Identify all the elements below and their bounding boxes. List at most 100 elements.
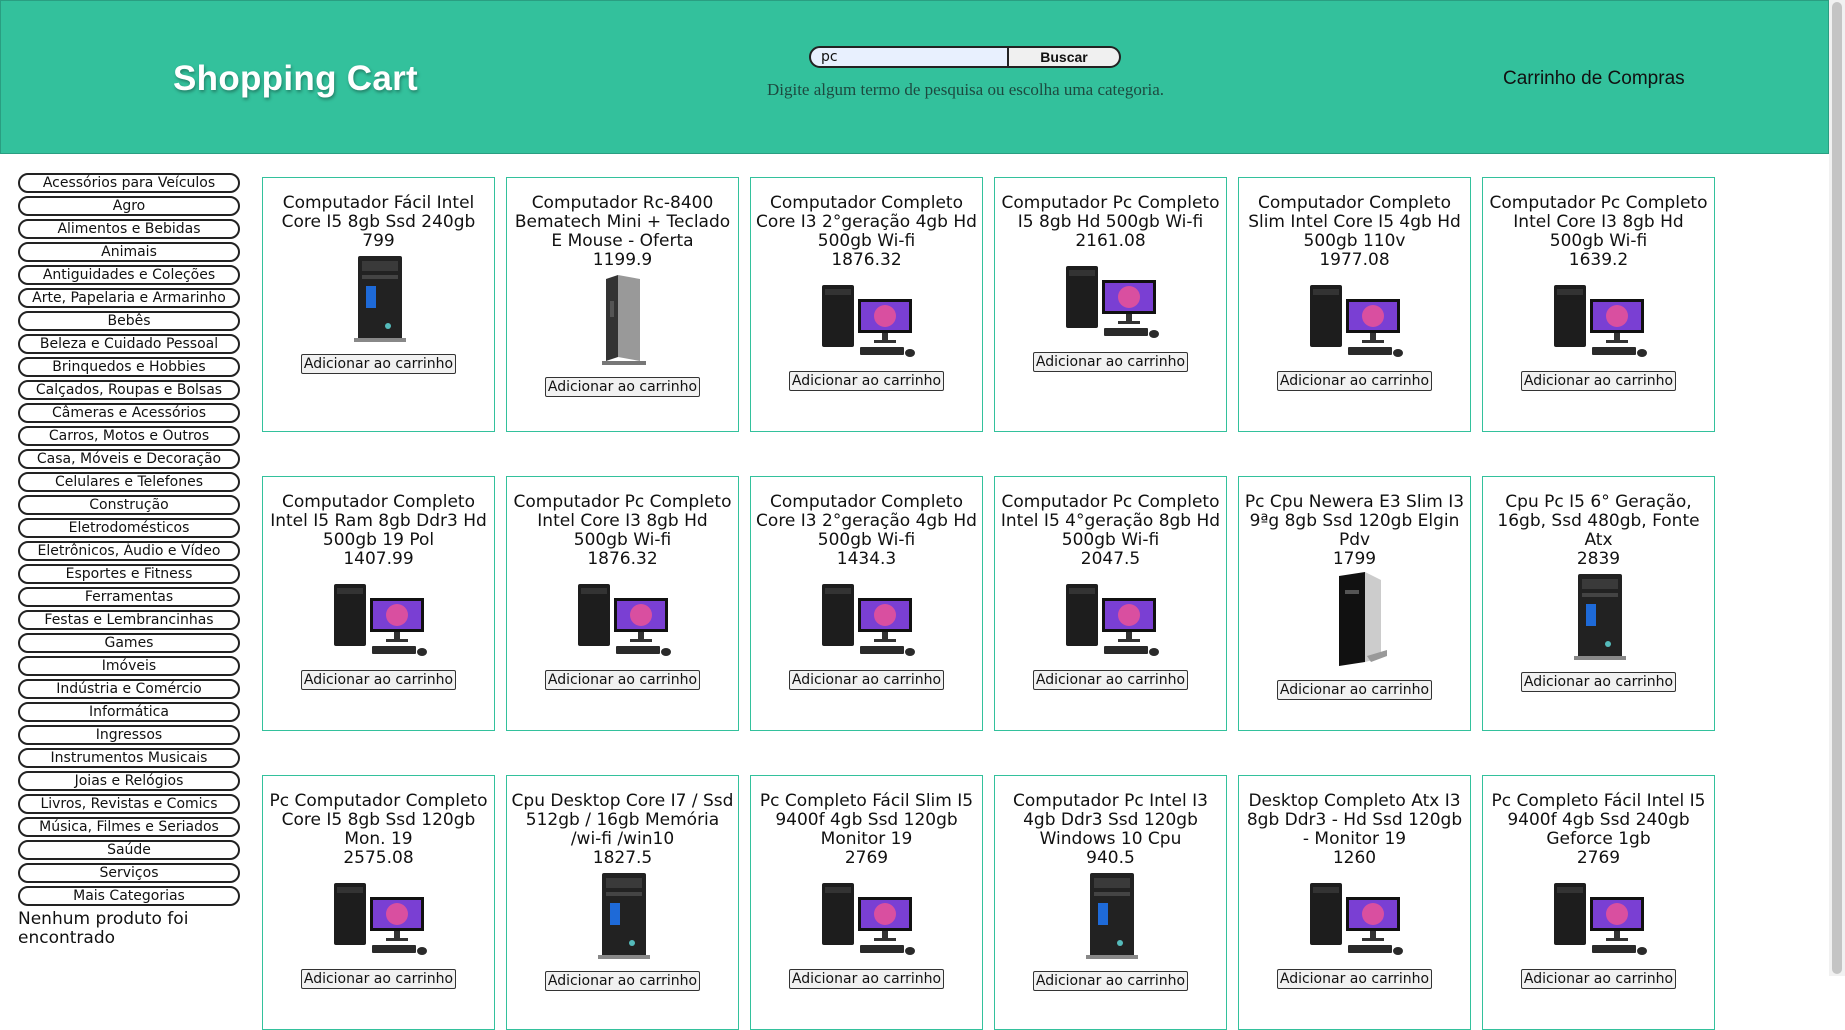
desktop-set-icon bbox=[755, 869, 978, 963]
mini-pc-icon bbox=[511, 271, 734, 371]
desktop-set-icon bbox=[267, 869, 490, 963]
product-price: 1639.2 bbox=[1568, 250, 1629, 270]
add-to-cart-button[interactable]: Adicionar ao carrinho bbox=[1276, 680, 1433, 700]
category-button[interactable]: Animais bbox=[18, 242, 240, 262]
top-header: Shopping Cart Buscar Digite algum termo … bbox=[0, 0, 1829, 154]
category-button[interactable]: Antiguidades e Coleções bbox=[18, 265, 240, 285]
product-title: Cpu Desktop Core I7 / Ssd 512gb / 16gb M… bbox=[511, 791, 734, 849]
category-button[interactable]: Agro bbox=[18, 196, 240, 216]
category-button[interactable]: Eletrônicos, Áudio e Vídeo bbox=[18, 541, 240, 561]
category-button[interactable]: Imóveis bbox=[18, 656, 240, 676]
tower-icon bbox=[1487, 570, 1710, 666]
add-to-cart-button[interactable]: Adicionar ao carrinho bbox=[788, 670, 945, 690]
add-to-cart-button[interactable]: Adicionar ao carrinho bbox=[300, 670, 457, 690]
product-grid: Computador Fácil Intel Core I5 8gb Ssd 2… bbox=[262, 177, 1722, 1030]
product-price: 1799 bbox=[1332, 549, 1377, 569]
category-button[interactable]: Arte, Papelaria e Armarinho bbox=[18, 288, 240, 308]
category-button[interactable]: Calçados, Roupas e Bolsas bbox=[18, 380, 240, 400]
product-card: Computador Completo Core I3 2°geração 4g… bbox=[750, 476, 983, 731]
category-button[interactable]: Esportes e Fitness bbox=[18, 564, 240, 584]
product-title: Computador Completo Slim Intel Core I5 4… bbox=[1248, 193, 1461, 251]
product-card: Pc Cpu Newera E3 Slim I3 9ªg 8gb Ssd 120… bbox=[1238, 476, 1471, 731]
product-price: 2047.5 bbox=[1080, 549, 1141, 569]
product-price: 1876.32 bbox=[831, 250, 902, 270]
category-button[interactable]: Casa, Móveis e Decoração bbox=[18, 449, 240, 469]
add-to-cart-button[interactable]: Adicionar ao carrinho bbox=[1520, 672, 1677, 692]
product-title: Cpu Pc I5 6° Geração, 16gb, Ssd 480gb, F… bbox=[1497, 492, 1700, 550]
product-card: Pc Computador Completo Core I5 8gb Ssd 1… bbox=[262, 775, 495, 1030]
category-button[interactable]: Beleza e Cuidado Pessoal bbox=[18, 334, 240, 354]
product-title: Computador Completo Core I3 2°geração 4g… bbox=[756, 193, 977, 251]
product-card: Computador Pc Completo I5 8gb Hd 500gb W… bbox=[994, 177, 1227, 432]
category-button[interactable]: Festas e Lembrancinhas bbox=[18, 610, 240, 630]
category-button[interactable]: Mais Categorias bbox=[18, 886, 240, 906]
product-title: Pc Cpu Newera E3 Slim I3 9ªg 8gb Ssd 120… bbox=[1244, 492, 1465, 550]
scrollbar-thumb[interactable] bbox=[1832, 2, 1842, 974]
desktop-set-icon bbox=[999, 570, 1222, 664]
product-card: Computador Completo Core I3 2°geração 4g… bbox=[750, 177, 983, 432]
product-title: Computador Completo Intel I5 Ram 8gb Ddr… bbox=[270, 492, 487, 550]
category-button[interactable]: Câmeras e Acessórios bbox=[18, 403, 240, 423]
product-card: Computador Completo Slim Intel Core I5 4… bbox=[1238, 177, 1471, 432]
product-price: 1827.5 bbox=[592, 848, 653, 868]
product-price: 2575.08 bbox=[343, 848, 414, 868]
product-title: Pc Completo Fácil Slim I5 9400f 4gb Ssd … bbox=[759, 791, 974, 849]
category-button[interactable]: Música, Filmes e Seriados bbox=[18, 817, 240, 837]
product-title: Computador Fácil Intel Core I5 8gb Ssd 2… bbox=[281, 193, 476, 232]
product-price: 1876.32 bbox=[587, 549, 658, 569]
category-list: Acessórios para Veículos Agro Alimentos e … bbox=[18, 173, 240, 906]
category-button[interactable]: Informática bbox=[18, 702, 240, 722]
category-button[interactable]: Ferramentas bbox=[18, 587, 240, 607]
add-to-cart-button[interactable]: Adicionar ao carrinho bbox=[1276, 969, 1433, 989]
add-to-cart-button[interactable]: Adicionar ao carrinho bbox=[300, 969, 457, 989]
category-button[interactable]: Games bbox=[18, 633, 240, 653]
category-button[interactable]: Ingressos bbox=[18, 725, 240, 745]
category-button[interactable]: Acessórios para Veículos bbox=[18, 173, 240, 193]
add-to-cart-button[interactable]: Adicionar ao carrinho bbox=[1520, 969, 1677, 989]
product-price: 2769 bbox=[1576, 848, 1621, 868]
category-button[interactable]: Carros, Motos e Outros bbox=[18, 426, 240, 446]
brand-title: Shopping Cart bbox=[173, 59, 418, 98]
add-to-cart-button[interactable]: Adicionar ao carrinho bbox=[300, 354, 457, 374]
category-button[interactable]: Alimentos e Bebidas bbox=[18, 219, 240, 239]
desktop-set-icon bbox=[999, 252, 1222, 346]
search-hint: Digite algum termo de pesquisa ou escolh… bbox=[766, 80, 1164, 99]
add-to-cart-button[interactable]: Adicionar ao carrinho bbox=[1520, 371, 1677, 391]
category-button[interactable]: Celulares e Telefones bbox=[18, 472, 240, 492]
product-card: Cpu Pc I5 6° Geração, 16gb, Ssd 480gb, F… bbox=[1482, 476, 1715, 731]
product-price: 1407.99 bbox=[343, 549, 414, 569]
cart-link[interactable]: Carrinho de Compras bbox=[1503, 68, 1685, 90]
add-to-cart-button[interactable]: Adicionar ao carrinho bbox=[788, 969, 945, 989]
add-to-cart-button[interactable]: Adicionar ao carrinho bbox=[1032, 971, 1189, 991]
add-to-cart-button[interactable]: Adicionar ao carrinho bbox=[1032, 352, 1189, 372]
product-price: 1260 bbox=[1332, 848, 1377, 868]
category-button[interactable]: Brinquedos e Hobbies bbox=[18, 357, 240, 377]
category-button[interactable]: Instrumentos Musicais bbox=[18, 748, 240, 768]
add-to-cart-button[interactable]: Adicionar ao carrinho bbox=[544, 971, 701, 991]
vertical-scrollbar[interactable] bbox=[1829, 0, 1845, 976]
category-button[interactable]: Serviços bbox=[18, 863, 240, 883]
category-button[interactable]: Saúde bbox=[18, 840, 240, 860]
slim-tower-icon bbox=[1243, 570, 1466, 674]
category-button[interactable]: Bebês bbox=[18, 311, 240, 331]
desktop-set-icon bbox=[1243, 271, 1466, 365]
search-button[interactable]: Buscar bbox=[1009, 46, 1121, 68]
add-to-cart-button[interactable]: Adicionar ao carrinho bbox=[544, 377, 701, 397]
add-to-cart-button[interactable]: Adicionar ao carrinho bbox=[544, 670, 701, 690]
category-sidebar: Acessórios para Veículos Agro Alimentos e … bbox=[18, 173, 240, 948]
search-bar: Buscar bbox=[809, 46, 1121, 68]
add-to-cart-button[interactable]: Adicionar ao carrinho bbox=[788, 371, 945, 391]
category-button[interactable]: Eletrodomésticos bbox=[18, 518, 240, 538]
add-to-cart-button[interactable]: Adicionar ao carrinho bbox=[1032, 670, 1189, 690]
product-price: 2769 bbox=[844, 848, 889, 868]
desktop-set-icon bbox=[511, 570, 734, 664]
product-title: Computador Pc Completo Intel I5 4°geraçã… bbox=[1000, 492, 1221, 550]
add-to-cart-button[interactable]: Adicionar ao carrinho bbox=[1276, 371, 1433, 391]
tower-icon bbox=[511, 869, 734, 965]
product-title: Computador Pc Completo Intel Core I3 8gb… bbox=[1489, 193, 1708, 251]
category-button[interactable]: Livros, Revistas e Comics bbox=[18, 794, 240, 814]
search-input[interactable] bbox=[809, 46, 1009, 68]
category-button[interactable]: Joias e Relógios bbox=[18, 771, 240, 791]
category-button[interactable]: Indústria e Comércio bbox=[18, 679, 240, 699]
category-button[interactable]: Construção bbox=[18, 495, 240, 515]
